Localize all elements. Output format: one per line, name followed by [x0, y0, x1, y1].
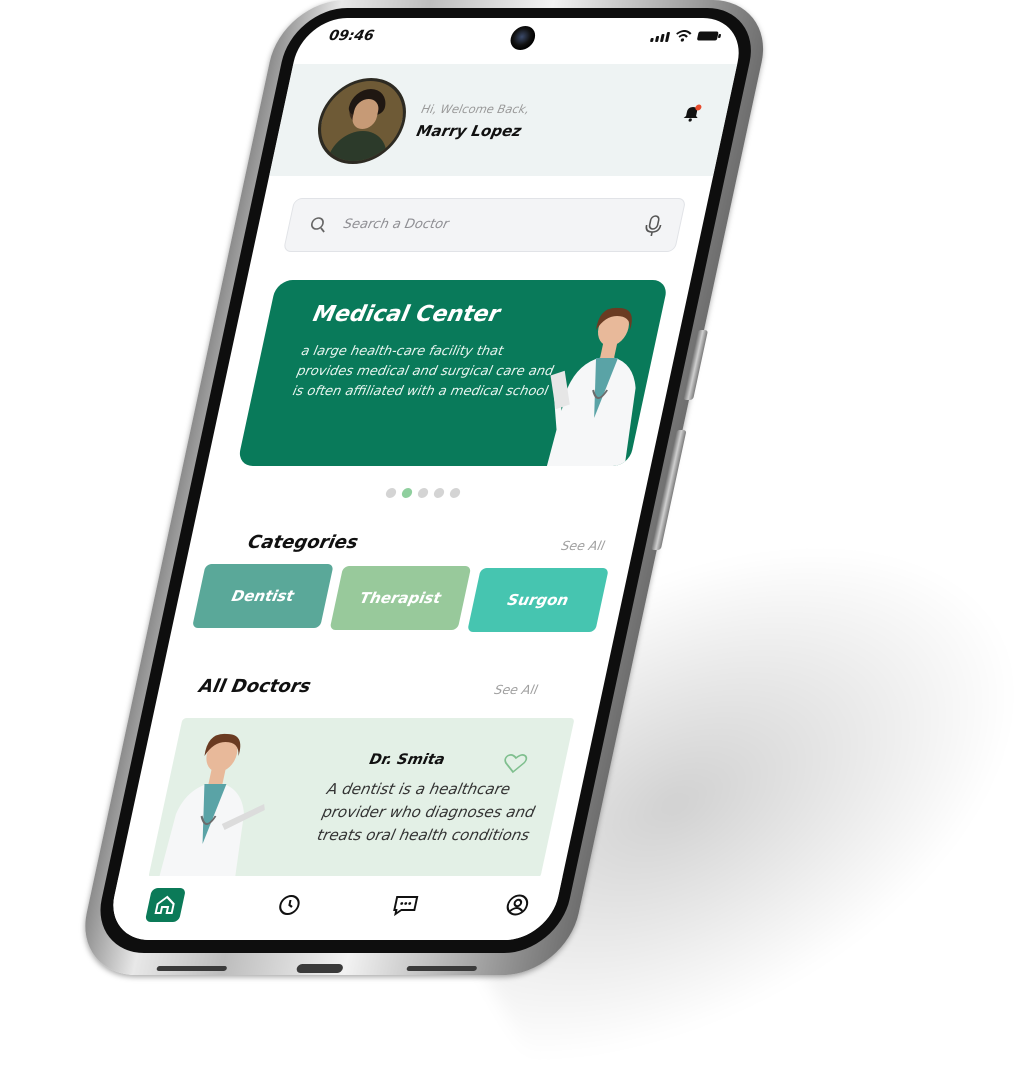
home-icon: [154, 895, 175, 914]
category-chip-therapist[interactable]: Therapist: [329, 566, 472, 630]
tab-messages[interactable]: [385, 888, 426, 922]
carousel-dots: [200, 488, 646, 498]
tab-profile[interactable]: [497, 888, 538, 922]
front-camera: [508, 26, 538, 50]
tab-history[interactable]: [269, 888, 310, 922]
carousel-dot[interactable]: [400, 488, 414, 498]
promo-banner[interactable]: Medical Center a large health-care facil…: [236, 280, 669, 466]
clock-icon: [279, 895, 300, 915]
banner-description: a large health-care facility that provid…: [291, 344, 555, 399]
notification-badge: [695, 104, 702, 111]
doctor-card[interactable]: Dr. Smita A dentist is a healthcare prov…: [148, 718, 575, 878]
all-doctors-see-all-link[interactable]: See All: [493, 682, 539, 697]
doctor-card-illustration: [154, 733, 265, 878]
profile-icon: [506, 894, 529, 916]
notification-bell-icon[interactable]: [681, 104, 703, 122]
categories-see-all-link[interactable]: See All: [560, 538, 606, 553]
status-time: 09:46: [327, 28, 376, 44]
wifi-icon: [676, 30, 692, 42]
bottom-tab-bar: [104, 876, 563, 940]
status-bar: 09:46: [295, 18, 748, 58]
tab-home[interactable]: [144, 888, 187, 922]
avatar[interactable]: [309, 78, 415, 164]
chat-icon: [393, 896, 419, 917]
search-bar[interactable]: Search a Doctor: [282, 198, 687, 252]
microphone-icon[interactable]: [643, 215, 664, 237]
category-chip-surgon[interactable]: Surgon: [467, 568, 609, 632]
usb-port: [295, 964, 344, 973]
carousel-dot[interactable]: [384, 488, 398, 498]
speaker-grille-left: [156, 966, 228, 971]
mockup-stage: 09:46 Hi, Welcome Back, Marry Lopez Sear…: [0, 0, 1025, 1080]
status-icons: [649, 30, 723, 42]
signal-icon: [649, 32, 671, 42]
category-chip-dentist[interactable]: Dentist: [191, 564, 334, 628]
categories-title: Categories: [246, 532, 361, 553]
welcome-greeting: Hi, Welcome Back,: [420, 102, 531, 116]
battery-icon: [697, 31, 721, 41]
speaker-grille-right: [406, 966, 478, 971]
doctor-illustration: [546, 307, 636, 466]
search-input[interactable]: Search a Doctor: [342, 217, 450, 232]
banner-title: Medical Center: [310, 302, 503, 327]
doctor-name: Dr. Smita: [367, 752, 447, 768]
all-doctors-title: All Doctors: [197, 676, 313, 697]
favorite-heart-icon[interactable]: [501, 752, 530, 774]
user-name: Marry Lopez: [414, 122, 524, 140]
search-icon: [311, 217, 325, 233]
carousel-dot[interactable]: [448, 488, 462, 498]
welcome-header: Hi, Welcome Back, Marry Lopez: [269, 64, 738, 176]
carousel-dot[interactable]: [416, 488, 430, 498]
carousel-dot[interactable]: [432, 488, 446, 498]
doctor-description: A dentist is a healthcare provider who d…: [315, 780, 537, 844]
